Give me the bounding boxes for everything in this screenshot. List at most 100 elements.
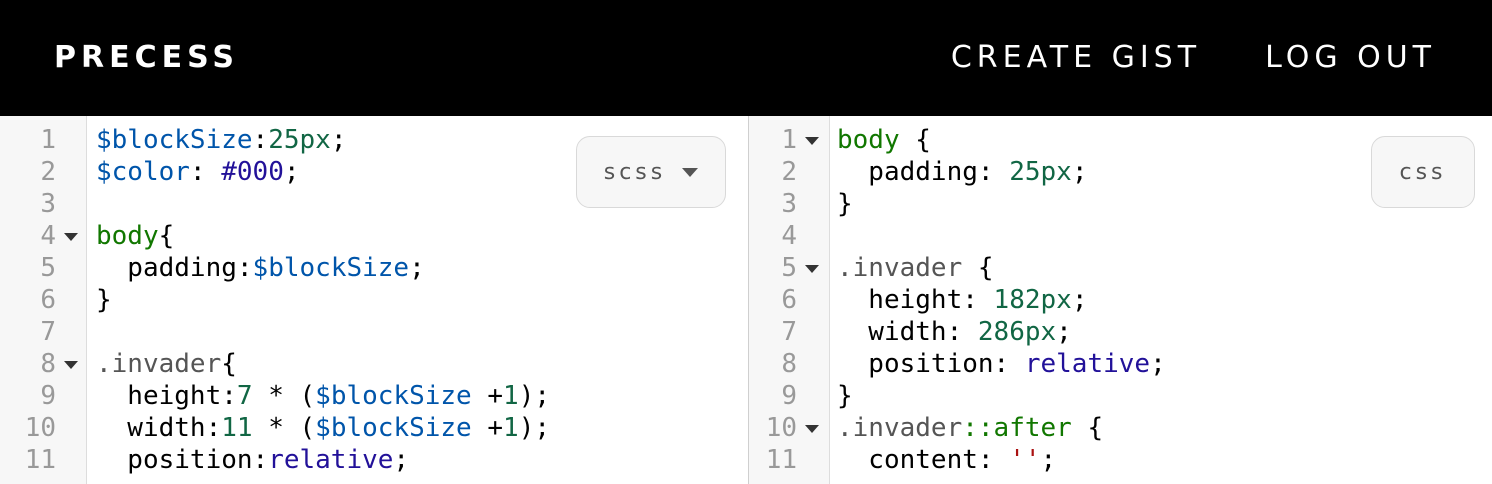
scss-editor-pane[interactable]: 1 $blockSize:25px; 2 $color: #000; 3 4 body{5 … bbox=[0, 116, 748, 484]
app-logo-text[interactable]: PRECESS bbox=[54, 38, 239, 78]
code-token: 25px bbox=[268, 125, 331, 155]
language-select-button[interactable]: scss bbox=[576, 136, 726, 208]
code-text[interactable]: .invader { bbox=[837, 252, 994, 284]
code-line[interactable]: 5 padding:$blockSize; bbox=[0, 252, 748, 284]
code-token: ); bbox=[518, 413, 550, 443]
code-text[interactable]: .invader::after { bbox=[837, 412, 1103, 444]
code-token: ); bbox=[518, 381, 550, 411]
css-output-pane[interactable]: 1 body {2 padding: 25px; 3} 4 5 .invader {6 h… bbox=[748, 116, 1492, 484]
line-number: 2 bbox=[781, 157, 797, 187]
code-token: + bbox=[471, 381, 504, 411]
line-number: 7 bbox=[40, 317, 56, 347]
create-gist-link[interactable]: CREATE GIST bbox=[951, 38, 1201, 78]
fold-triangle-icon[interactable] bbox=[805, 137, 819, 145]
code-token: ; bbox=[283, 157, 300, 187]
code-token: .invader bbox=[96, 349, 222, 379]
fold-triangle-icon[interactable] bbox=[805, 265, 819, 273]
code-text[interactable]: $color: #000; bbox=[96, 156, 300, 188]
code-token: * ( bbox=[252, 381, 316, 411]
code-token: { bbox=[1071, 413, 1104, 443]
code-text[interactable]: position: relative; bbox=[837, 348, 1166, 380]
code-line[interactable]: 10 .invader::after { bbox=[749, 412, 1492, 444]
code-line[interactable]: 6} bbox=[0, 284, 748, 316]
code-line[interactable]: 9 height:7 * ($blockSize +1); bbox=[0, 380, 748, 412]
code-token: .invader bbox=[837, 253, 963, 283]
line-number: 9 bbox=[40, 381, 56, 411]
line-number: 1 bbox=[40, 125, 56, 155]
line-number: 8 bbox=[40, 349, 56, 379]
code-token: { bbox=[221, 349, 237, 379]
code-token: $blockSize bbox=[252, 253, 410, 283]
output-language-badge[interactable]: css bbox=[1371, 136, 1475, 208]
code-token: ; bbox=[1071, 157, 1088, 187]
code-text[interactable]: body{ bbox=[96, 220, 174, 252]
code-text[interactable]: content: ''; bbox=[837, 444, 1056, 476]
code-token: { bbox=[899, 125, 931, 155]
code-token: $color bbox=[96, 157, 190, 187]
code-token: } bbox=[837, 381, 853, 411]
code-token: 25px bbox=[1009, 157, 1072, 187]
code-text[interactable]: body { bbox=[837, 124, 931, 156]
code-token: .invader bbox=[837, 413, 963, 443]
code-token: position: bbox=[837, 349, 1025, 379]
language-label: scss bbox=[603, 159, 667, 185]
code-token: padding: bbox=[96, 253, 253, 283]
code-token: * ( bbox=[252, 413, 316, 443]
code-token: $blockSize bbox=[315, 413, 472, 443]
code-text[interactable]: .invader{ bbox=[96, 348, 237, 380]
code-text[interactable]: height: 182px; bbox=[837, 284, 1087, 316]
code-line[interactable]: 5 .invader { bbox=[749, 252, 1492, 284]
code-token: body bbox=[96, 221, 159, 251]
code-token: 11 bbox=[221, 413, 253, 443]
line-number: 5 bbox=[40, 253, 56, 283]
log-out-link[interactable]: LOG OUT bbox=[1265, 38, 1436, 78]
code-token: relative bbox=[268, 445, 394, 475]
code-token: + bbox=[471, 413, 504, 443]
code-line[interactable]: 6 height: 182px; bbox=[749, 284, 1492, 316]
code-token: width: bbox=[96, 413, 222, 443]
fold-triangle-icon[interactable] bbox=[64, 361, 78, 369]
fold-triangle-icon[interactable] bbox=[64, 233, 78, 241]
code-text[interactable]: } bbox=[837, 188, 853, 220]
line-number: 3 bbox=[781, 189, 797, 219]
code-token: $blockSize bbox=[96, 125, 253, 155]
chevron-down-icon bbox=[682, 167, 699, 177]
code-text[interactable]: height:7 * ($blockSize +1); bbox=[96, 380, 550, 412]
code-token: ; bbox=[409, 253, 425, 283]
code-line[interactable]: 8 .invader{ bbox=[0, 348, 748, 380]
code-text[interactable]: width: 286px; bbox=[837, 316, 1072, 348]
line-number: 4 bbox=[781, 221, 797, 251]
code-line[interactable]: 11 content: ''; bbox=[749, 444, 1492, 476]
line-number: 11 bbox=[24, 445, 56, 475]
code-token: ; bbox=[1056, 317, 1072, 347]
line-number: 5 bbox=[781, 253, 797, 283]
code-text[interactable]: } bbox=[837, 380, 853, 412]
code-line[interactable]: 4 bbox=[749, 220, 1492, 252]
line-number: 6 bbox=[40, 285, 56, 315]
code-line[interactable]: 8 position: relative; bbox=[749, 348, 1492, 380]
line-number: 3 bbox=[40, 189, 56, 219]
code-text[interactable]: width:11 * ($blockSize +1); bbox=[96, 412, 550, 444]
code-line[interactable]: 10 width:11 * ($blockSize +1); bbox=[0, 412, 748, 444]
code-text[interactable]: padding:$blockSize; bbox=[96, 252, 425, 284]
language-label: css bbox=[1399, 159, 1447, 185]
code-line[interactable]: 7 width: 286px; bbox=[749, 316, 1492, 348]
code-token: ; bbox=[1040, 445, 1057, 475]
code-line[interactable]: 11 position:relative; bbox=[0, 444, 748, 476]
code-token: : bbox=[189, 157, 222, 187]
fold-triangle-icon[interactable] bbox=[805, 425, 819, 433]
code-line[interactable]: 7 bbox=[0, 316, 748, 348]
code-token: ; bbox=[1150, 349, 1166, 379]
code-text[interactable]: $blockSize:25px; bbox=[96, 124, 346, 156]
code-line[interactable]: 4 body{ bbox=[0, 220, 748, 252]
line-number: 11 bbox=[765, 445, 797, 475]
code-text[interactable]: } bbox=[96, 284, 112, 316]
code-text[interactable]: padding: 25px; bbox=[837, 156, 1087, 188]
code-text[interactable]: position:relative; bbox=[96, 444, 409, 476]
code-token: height: bbox=[96, 381, 237, 411]
code-token: #000 bbox=[221, 157, 284, 187]
code-token: ::after bbox=[962, 413, 1072, 443]
code-token: ; bbox=[1071, 285, 1088, 315]
code-token: body bbox=[837, 125, 900, 155]
code-line[interactable]: 9} bbox=[749, 380, 1492, 412]
